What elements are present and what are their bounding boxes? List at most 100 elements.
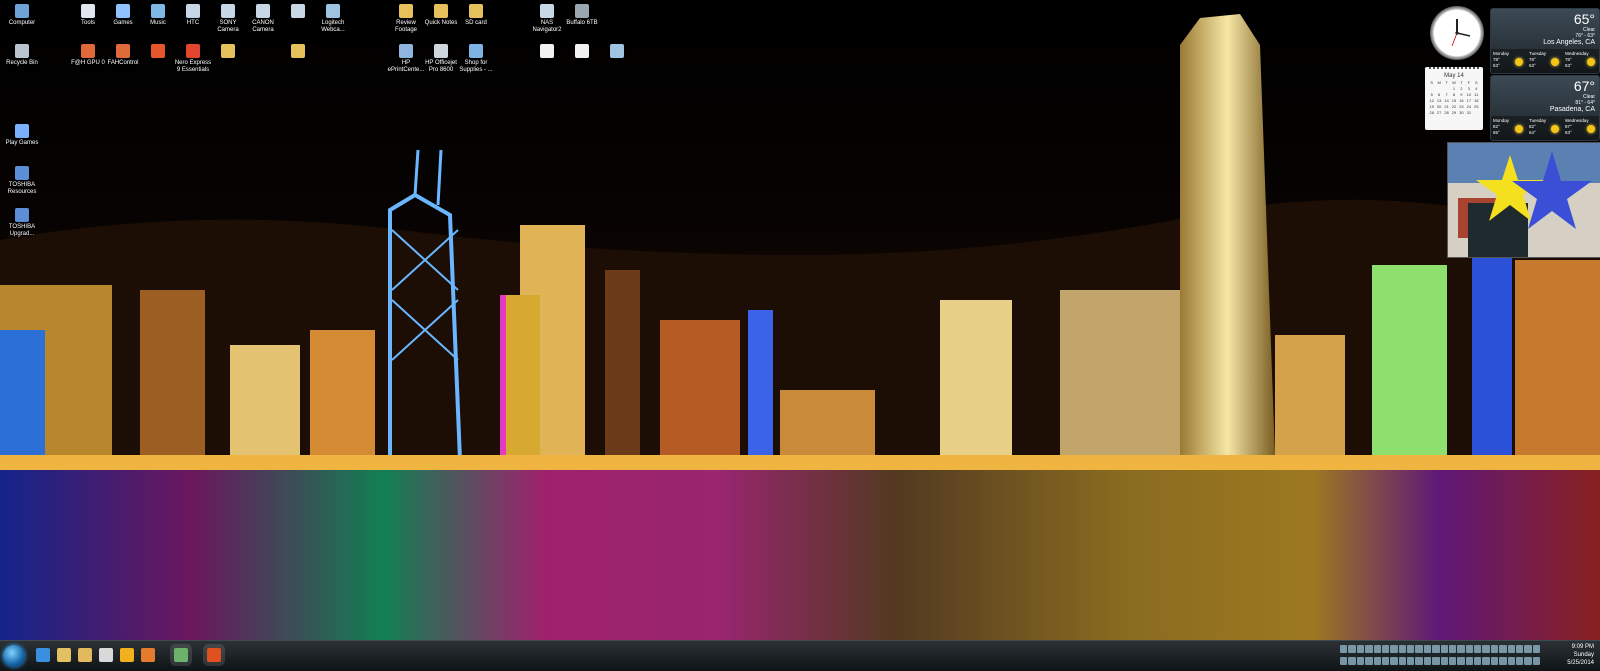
desktop-icon[interactable] [206,44,250,60]
tray-icon[interactable] [1407,656,1415,665]
tray-icon[interactable] [1365,645,1373,653]
tray-icon[interactable] [1390,656,1398,665]
tray-icon[interactable] [1515,645,1524,653]
tray-icon[interactable] [1381,645,1390,653]
weather-gadget[interactable]: 67° Clear 81° - 64° Pasadena, CA Monday 82° 65… [1490,75,1600,141]
tray-icon[interactable] [1373,656,1381,665]
tray-icon[interactable] [1340,656,1348,665]
calendar-day: M [1437,80,1441,85]
tray-icon[interactable] [1407,645,1415,653]
tray-icon[interactable] [1432,656,1440,665]
desktop-icon[interactable]: Buffalo 6TB [560,4,604,27]
tray-icon[interactable] [1490,645,1499,653]
desktop-icon[interactable]: TOSHIBA Upgrad... [0,208,44,238]
tray-icon[interactable] [1515,656,1524,665]
taskbar-app-icon[interactable] [207,648,221,662]
calendar-gadget[interactable]: May 14 S M T W T F S 1 2 3 4 5 6 7 8 9 10 11 12 13 14 15 16 17 1… [1425,67,1483,130]
tray-icon[interactable] [1348,656,1356,665]
tray-icon[interactable] [1432,645,1440,653]
desktop-icon-label: Buffalo 6TB [566,20,598,26]
desktop-icon-label: Nero Express 9 Essentials [174,60,212,73]
tray-icon[interactable] [1474,645,1482,653]
calendar-day: 17 [1466,98,1472,103]
tray-icon[interactable] [1490,656,1499,665]
tray-icon[interactable] [1465,656,1473,665]
calendar-day: F [1467,80,1471,85]
tray-icon[interactable] [1356,645,1365,653]
taskbar-app-icon[interactable] [99,648,113,662]
tray-icon[interactable] [1440,645,1448,653]
calendar-day: 21 [1444,104,1449,109]
calendar-day: T [1460,80,1463,85]
forecast-day: Tuesday 78° 63° [1527,49,1563,73]
system-tray [1340,645,1540,667]
calendar-binding [1429,67,1479,73]
clock-gadget[interactable] [1430,6,1484,60]
taskbar-app-icon[interactable] [120,648,134,662]
tray-icon[interactable] [1457,645,1465,653]
shortcut-icon [610,44,624,58]
shortcut-icon [399,4,413,18]
tray-icon[interactable] [1348,645,1356,653]
tray-icon[interactable] [1365,656,1373,665]
desktop-icon[interactable]: Computer [0,4,44,27]
tray-icon[interactable] [1356,656,1365,665]
tray-icon[interactable] [1524,645,1532,653]
tray-icon[interactable] [1507,656,1515,665]
taskbar-app-icon[interactable] [78,648,92,662]
tray-icon[interactable] [1474,656,1482,665]
desktop-icon-label: Computer [8,20,36,26]
tray-icon[interactable] [1448,645,1457,653]
calendar-day: 12 [1429,98,1434,103]
tray-icon[interactable] [1524,656,1532,665]
tray-icon[interactable] [1440,656,1448,665]
tray-icon[interactable] [1373,645,1381,653]
tray-icon[interactable] [1499,656,1507,665]
desktop-icon[interactable]: Recycle Bin [0,44,44,67]
shortcut-icon [326,4,340,18]
tray-icon[interactable] [1390,645,1398,653]
desktop-icon[interactable]: Logitech Webca... [311,4,355,34]
taskbar-app-icon[interactable] [174,648,188,662]
tray-icon[interactable] [1423,645,1432,653]
calendar-day [1428,86,1435,91]
tray-icon[interactable] [1465,645,1473,653]
tray-icon[interactable] [1381,656,1390,665]
tray-icon[interactable] [1482,656,1490,665]
desktop-icon[interactable]: Play Games [0,124,44,147]
taskbar: 9:09 PM Sunday 5/25/2014 [0,640,1600,671]
tray-icon[interactable] [1415,645,1423,653]
taskbar-clock[interactable]: 9:09 PM Sunday 5/25/2014 [1542,643,1594,667]
shortcut-icon [469,44,483,58]
slideshow-photo [1448,143,1600,257]
desktop-icon[interactable]: Shop for Supplies - ... [454,44,498,74]
desktop-icon[interactable] [595,44,639,60]
taskbar-app-icon[interactable] [57,648,71,662]
desktop-icon[interactable]: TOSHIBA Resources [0,166,44,196]
tray-icon[interactable] [1398,656,1406,665]
weather-forecast: Monday 78° 63° Tuesday 78° 63° Wednesday 76° 63° [1491,49,1599,73]
tray-icon[interactable] [1532,645,1540,653]
tray-icon[interactable] [1423,656,1432,665]
tray-icon[interactable] [1532,656,1540,665]
tray-icon[interactable] [1457,656,1465,665]
tray-icon[interactable] [1482,645,1490,653]
tray-icon[interactable] [1499,645,1507,653]
tray-icon[interactable] [1398,645,1406,653]
slideshow-gadget[interactable] [1447,142,1600,258]
calendar-day: 19 [1429,104,1434,109]
desktop-icon-label: CANON Camera [252,20,274,33]
tray-icon[interactable] [1340,645,1348,653]
tray-icon[interactable] [1415,656,1423,665]
taskbar-app-icon[interactable] [141,648,155,662]
calendar-day: S [1474,80,1478,85]
calendar-day [1473,110,1480,115]
start-button[interactable] [3,645,25,667]
weather-gadget[interactable]: 65° Clear 76° - 63° Los Angeles, CA Monday 78… [1490,8,1600,74]
tray-icon[interactable] [1448,656,1457,665]
tray-icon[interactable] [1507,645,1515,653]
calendar-day: T [1445,80,1448,85]
desktop-icon[interactable] [276,44,320,60]
desktop-icon[interactable]: SD card [454,4,498,27]
taskbar-app-icon[interactable] [36,648,50,662]
